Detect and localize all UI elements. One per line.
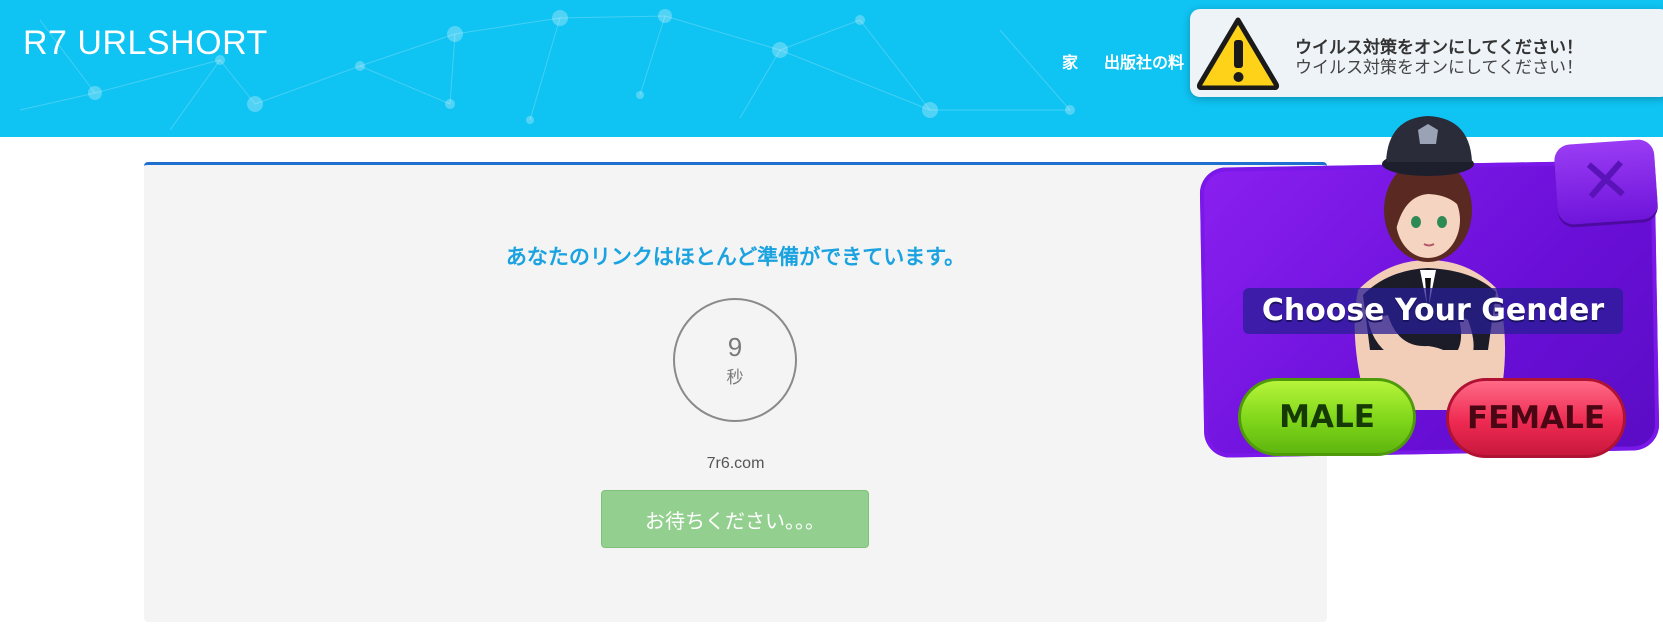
ad-close-button[interactable]: ✕ [1553,138,1659,226]
gender-ad-popup[interactable]: ✕ Choose Your Gender MALE FEMALE [1198,110,1663,485]
page-title: あなたのリンクはほとんど準備ができています。 [505,245,966,269]
antivirus-notification[interactable]: ウイルス対策をオンにしてください！ ウイルス対策をオンにしてください！ [1190,9,1663,97]
countdown-value: 9 [727,332,743,362]
top-nav: 家 出版社の料 [1062,49,1184,73]
destination-domain: 7r6.com [706,455,765,472]
link-card: あなたのリンクはほとんど準備ができています。 9 秒 7r6.com お待ちくだ… [144,162,1327,622]
notification-message: ウイルス対策をオンにしてください！ [1295,58,1583,78]
close-icon: ✕ [1577,142,1635,219]
countdown-unit: 秒 [726,368,744,388]
female-button[interactable]: FEMALE [1446,378,1626,458]
ad-heading: Choose Your Gender [1243,288,1623,334]
nav-item-publisher-rates[interactable]: 出版社の料 [1104,49,1184,73]
please-wait-button[interactable]: お待ちください。。。 [601,490,869,548]
countdown-timer: 9 秒 [673,298,797,422]
male-button[interactable]: MALE [1238,378,1416,456]
site-logo[interactable]: R7 URLSHORT [23,24,268,63]
nav-item-home[interactable]: 家 [1062,49,1078,73]
warning-icon [1196,17,1280,90]
